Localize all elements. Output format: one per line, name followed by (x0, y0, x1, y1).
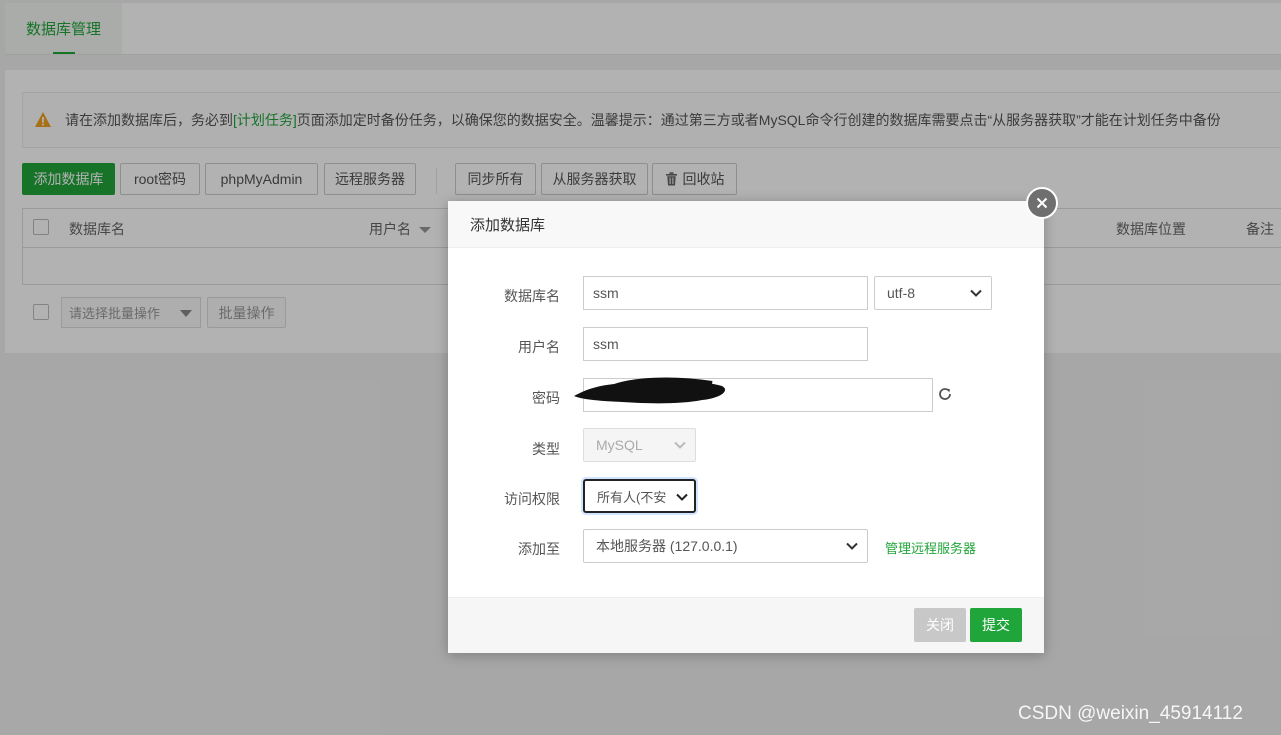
password-label: 密码 (532, 390, 560, 406)
close-icon (1036, 197, 1048, 209)
refresh-password-icon[interactable] (937, 386, 953, 402)
db-type-value: MySQL (596, 437, 643, 453)
submit-button[interactable]: 提交 (970, 608, 1022, 642)
db-type-select[interactable]: MySQL (583, 428, 696, 462)
target-server-select[interactable]: 本地服务器 (127.0.0.1) (583, 529, 868, 563)
charset-value: utf-8 (887, 285, 916, 301)
chevron-down-icon (676, 493, 688, 501)
chevron-down-icon (846, 542, 858, 550)
manage-remote-servers-link[interactable]: 管理远程服务器 (885, 538, 976, 557)
access-permission-select[interactable]: 所有人(不安 (583, 479, 696, 513)
type-label: 类型 (532, 441, 560, 457)
dialog-footer: 关闭 提交 (448, 597, 1044, 653)
dialog-title: 添加数据库 (448, 201, 1044, 248)
chevron-down-icon (674, 441, 686, 449)
close-button[interactable]: 关闭 (914, 608, 966, 642)
db-name-input[interactable] (583, 276, 868, 310)
username-label: 用户名 (518, 339, 560, 355)
target-server-value: 本地服务器 (127.0.0.1) (596, 538, 738, 554)
redaction-scribble (574, 377, 726, 404)
charset-select[interactable]: utf-8 (874, 276, 992, 310)
db-name-label: 数据库名 (504, 288, 560, 304)
chevron-down-icon (970, 289, 982, 297)
csdn-watermark: CSDN @weixin_45914112 (1018, 703, 1243, 724)
add-database-dialog: 添加数据库 数据库名 utf-8 用户名 密码 类型 MySQL 访问权限 所有… (448, 201, 1044, 653)
dialog-close-button[interactable] (1026, 187, 1058, 219)
access-label: 访问权限 (504, 491, 560, 507)
add-to-label: 添加至 (518, 541, 560, 557)
username-input[interactable] (583, 327, 868, 361)
access-value: 所有人(不安 (597, 489, 667, 505)
